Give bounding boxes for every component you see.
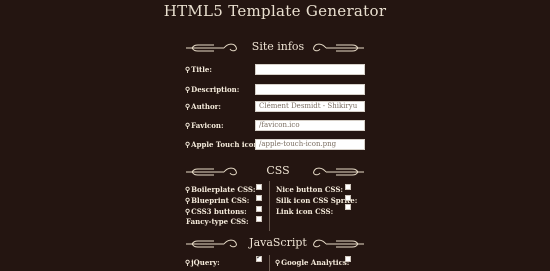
option-label: Blueprint CSS: <box>191 196 250 205</box>
css3-buttons-checkbox[interactable] <box>256 206 262 212</box>
boilerplate-css-checkbox[interactable] <box>256 184 262 190</box>
pin-icon: ⚲ <box>185 85 191 94</box>
option-label: Nice button CSS: <box>276 185 343 194</box>
pin-icon: ⚲ <box>185 196 191 205</box>
google-analytics-checkbox[interactable] <box>345 256 351 262</box>
field-row-favicon: ⚲Favicon: <box>185 121 224 133</box>
link-icon-css-checkbox[interactable] <box>345 204 351 210</box>
column-divider <box>269 255 270 271</box>
pin-icon: ⚲ <box>185 121 191 130</box>
author-input[interactable]: Clément Desmidt - Shikiryu <box>255 101 365 112</box>
section-heading-javascript: JavaScript <box>0 236 550 252</box>
pin-icon: ⚲ <box>185 207 191 216</box>
nice-button-css-checkbox[interactable] <box>345 184 351 190</box>
silk-icon-css-sprite-checkbox[interactable] <box>345 195 351 201</box>
field-label: Description: <box>191 85 240 94</box>
option-label: Fancy-type CSS: <box>186 217 249 226</box>
field-label: Apple Touch icon: <box>191 140 262 149</box>
option-label: CSS3 buttons: <box>191 207 247 216</box>
field-label: Favicon: <box>191 121 224 130</box>
pin-icon: ⚲ <box>275 258 281 267</box>
field-row-author: ⚲Author: <box>185 102 221 114</box>
blueprint-css-checkbox[interactable] <box>256 195 262 201</box>
pin-icon: ⚲ <box>185 140 191 149</box>
pin-icon: ⚲ <box>185 65 191 74</box>
column-divider <box>269 181 270 231</box>
field-label: Author: <box>191 102 221 111</box>
pin-icon: ⚲ <box>185 185 191 194</box>
description-input[interactable] <box>255 84 365 95</box>
pin-icon: ⚲ <box>185 102 191 111</box>
option-link-icon-css: Link icon CSS: <box>276 207 333 219</box>
section-heading-site-infos: Site infos <box>0 40 550 56</box>
field-row-description: ⚲Description: <box>185 85 239 97</box>
flourish-right-icon <box>306 42 366 54</box>
option-label: Google Analytics: <box>281 258 350 267</box>
favicon-input[interactable]: /favicon.ico <box>255 120 365 131</box>
jquery-checkbox[interactable] <box>256 253 262 262</box>
option-google-analytics: ⚲Google Analytics: <box>275 258 349 270</box>
field-label: Title: <box>191 65 212 74</box>
field-row-apple-touch-icon: ⚲Apple Touch icon: <box>185 140 261 152</box>
flourish-right-icon <box>306 166 366 178</box>
option-fancy-type-css: Fancy-type CSS: <box>186 217 249 229</box>
fancy-type-css-checkbox[interactable] <box>256 216 262 222</box>
option-label: jQuery: <box>191 258 220 267</box>
pin-icon: ⚲ <box>185 258 191 267</box>
page-title: HTML5 Template Generator <box>163 2 387 20</box>
field-row-title: ⚲Title: <box>185 65 212 77</box>
title-input[interactable] <box>255 64 365 75</box>
apple-touch-icon-input[interactable]: /apple-touch-icon.png <box>255 139 365 150</box>
option-label: Link icon CSS: <box>276 207 334 216</box>
section-heading-css: CSS <box>0 164 550 180</box>
option-jquery: ⚲jQuery: <box>185 258 220 270</box>
option-label: Boilerplate CSS: <box>191 185 256 194</box>
flourish-right-icon <box>306 238 366 250</box>
